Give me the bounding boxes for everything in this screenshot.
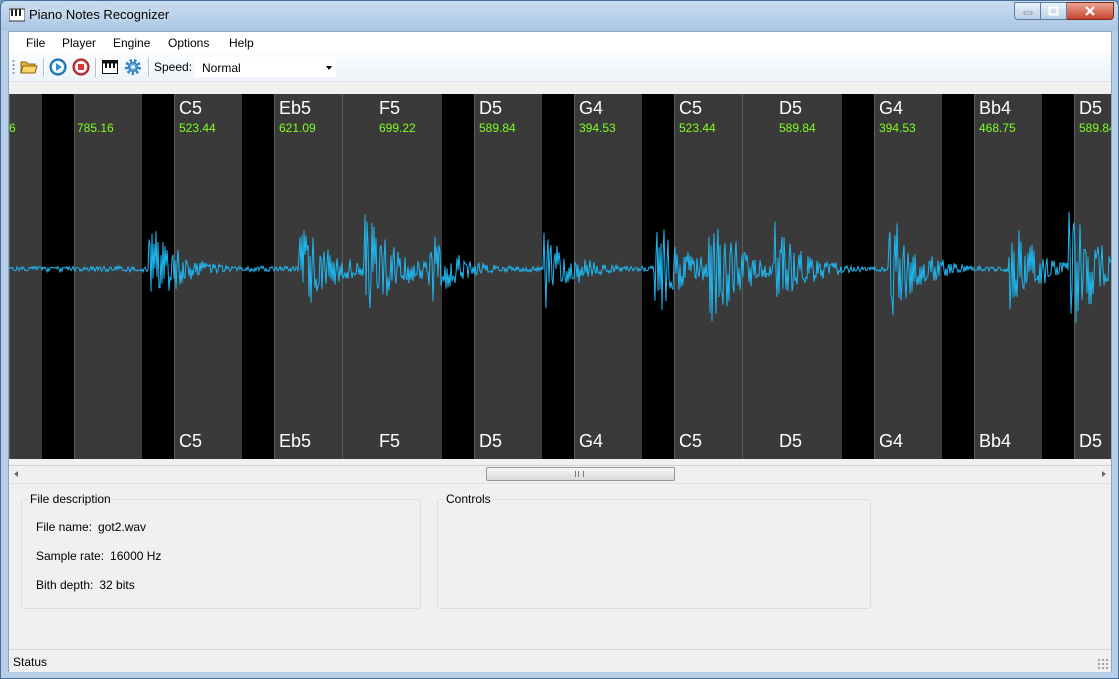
status-text: Status xyxy=(13,655,48,669)
note-label-top: D5 xyxy=(1079,98,1103,118)
note-label-bottom: C5 xyxy=(179,431,203,451)
minimize-icon xyxy=(1023,11,1032,15)
main-window: Piano Notes Recognizer File Player Engin… xyxy=(0,0,1119,679)
sample-rate-value: 16000 Hz xyxy=(110,549,162,563)
status-bar: Status xyxy=(9,649,1111,672)
note-label-bottom: Bb4 xyxy=(979,431,1012,451)
open-button[interactable] xyxy=(20,58,38,76)
file-name-value: got2.wav xyxy=(98,520,147,534)
open-folder-icon xyxy=(20,61,38,74)
note-label-bottom: D5 xyxy=(1079,431,1103,451)
controls-group: Controls xyxy=(437,492,871,609)
bit-depth-row: Bith depth: 32 bits xyxy=(36,578,141,592)
piano-app-icon xyxy=(9,8,25,22)
settings-gear-icon xyxy=(125,59,141,75)
note-label-bottom: F5 xyxy=(379,431,401,451)
note-label-bottom: Eb5 xyxy=(279,431,312,451)
note-label-top: Eb5 xyxy=(279,98,312,118)
grip-icon xyxy=(575,471,584,477)
note-label-top: Bb4 xyxy=(979,98,1012,118)
waveform xyxy=(9,211,1111,323)
keyboard-button[interactable] xyxy=(101,58,119,76)
menu-options[interactable]: Options xyxy=(168,36,209,50)
toolbar-separator xyxy=(95,58,97,77)
speed-value: Normal xyxy=(202,61,241,75)
note-label-top: C5 xyxy=(179,98,203,118)
toolbar: Speed: Normal xyxy=(9,54,1111,82)
note-label-top: C5 xyxy=(679,98,703,118)
horizontal-scrollbar[interactable] xyxy=(9,465,1111,484)
maximize-button[interactable] xyxy=(1041,2,1067,20)
close-button[interactable] xyxy=(1067,2,1114,20)
sample-rate-row: Sample rate: 16000 Hz xyxy=(36,549,167,563)
play-button[interactable] xyxy=(49,58,67,76)
file-name-label: File name: xyxy=(36,520,93,534)
frequency-label: 6 xyxy=(9,121,16,135)
sample-rate-label: Sample rate: xyxy=(36,549,105,563)
note-label-bottom: G4 xyxy=(579,431,604,451)
note-visualizer[interactable]: 6 785.16 C5 523.44 C5 Eb5 621.09 Eb5 F5 699.22 F… xyxy=(9,94,1111,459)
frequency-label: 589.84 xyxy=(479,121,516,135)
frequency-label: 523.44 xyxy=(679,121,716,135)
frequency-label: 589.84 xyxy=(779,121,816,135)
settings-button[interactable] xyxy=(124,58,142,76)
note-label-bottom: G4 xyxy=(879,431,904,451)
scroll-right-icon[interactable] xyxy=(1102,471,1106,477)
note-label-top: D5 xyxy=(779,98,803,118)
frequency-label: 785.16 xyxy=(77,121,114,135)
note-label-top: G4 xyxy=(879,98,904,118)
minimize-button[interactable] xyxy=(1014,2,1041,20)
toolbar-grip[interactable] xyxy=(12,59,15,76)
client-area: File Player Engine Options Help Speed: N… xyxy=(8,31,1112,672)
file-description-group: File description File name: got2.wav Samp… xyxy=(21,492,421,609)
frequency-label: 468.75 xyxy=(979,121,1016,135)
frequency-label: 523.44 xyxy=(179,121,216,135)
toolbar-separator xyxy=(43,58,45,77)
stop-icon xyxy=(72,58,90,76)
menu-help[interactable]: Help xyxy=(229,36,254,50)
close-icon xyxy=(1085,6,1095,16)
resize-grip-icon[interactable] xyxy=(1097,658,1109,670)
frequency-label: 699.22 xyxy=(379,121,416,135)
scrollbar-thumb[interactable] xyxy=(486,467,675,481)
speed-dropdown[interactable]: Normal xyxy=(195,57,336,77)
group-title: Controls xyxy=(444,492,493,506)
note-label-bottom: D5 xyxy=(479,431,503,451)
stop-button[interactable] xyxy=(72,58,90,76)
note-label-bottom: C5 xyxy=(679,431,703,451)
frequency-label: 394.53 xyxy=(879,121,916,135)
frequency-label: 589.84 xyxy=(1079,121,1111,135)
window-title: Piano Notes Recognizer xyxy=(29,7,170,22)
menu-engine[interactable]: Engine xyxy=(113,36,150,50)
play-icon xyxy=(49,58,67,76)
bit-depth-value: 32 bits xyxy=(99,578,135,592)
bit-depth-label: Bith depth: xyxy=(36,578,94,592)
scroll-left-icon[interactable] xyxy=(14,471,18,477)
caption-buttons xyxy=(1014,2,1114,21)
menu-file[interactable]: File xyxy=(26,36,45,50)
maximize-icon xyxy=(1048,6,1059,16)
group-title: File description xyxy=(28,492,113,506)
note-label-bottom: D5 xyxy=(779,431,803,451)
file-name-row: File name: got2.wav xyxy=(36,520,152,534)
menu-player[interactable]: Player xyxy=(62,36,96,50)
frequency-label: 394.53 xyxy=(579,121,616,135)
note-label-top: G4 xyxy=(579,98,604,118)
title-bar[interactable]: Piano Notes Recognizer xyxy=(1,1,1118,31)
note-label-top: F5 xyxy=(379,98,401,118)
piano-keyboard-icon xyxy=(102,60,118,74)
frequency-label: 621.09 xyxy=(279,121,316,135)
note-label-top: D5 xyxy=(479,98,503,118)
speed-label: Speed: xyxy=(154,60,193,74)
menu-bar: File Player Engine Options Help xyxy=(9,32,1111,54)
dropdown-arrow-icon xyxy=(326,66,332,70)
toolbar-separator xyxy=(148,58,150,77)
